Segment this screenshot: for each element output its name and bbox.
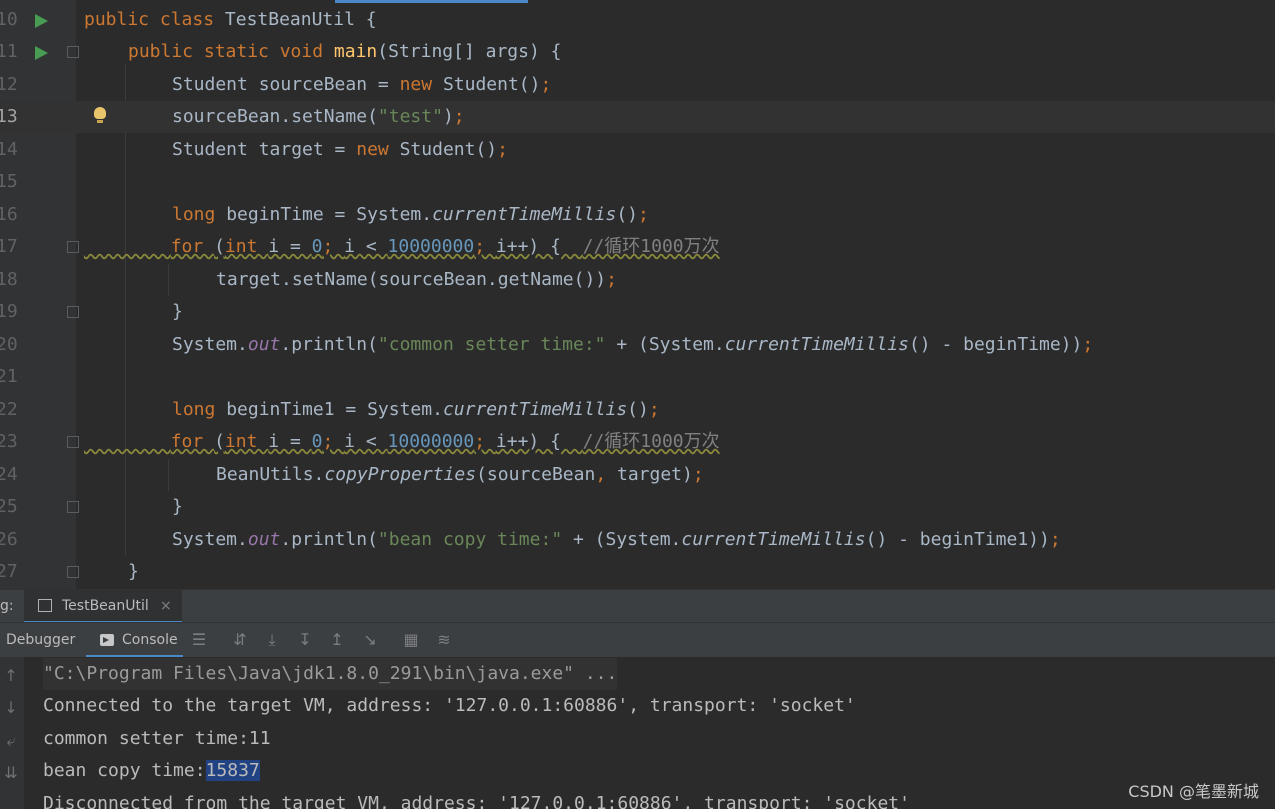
line-number: 15 — [0, 171, 18, 192]
code-line[interactable]: 11 public static void main(String[] args… — [0, 36, 1275, 68]
code-line[interactable]: 21 — [0, 361, 1275, 393]
code-text[interactable]: } — [128, 556, 139, 588]
console-line: common setter time:11 — [43, 723, 271, 755]
run-configuration-tab[interactable]: TestBeanUtil × — [24, 590, 182, 623]
code-line[interactable]: 17 for (int i = 0; i < 10000000; i++) { … — [0, 231, 1275, 263]
code-line[interactable]: 24 BeanUtils.copyProperties(sourceBean, … — [0, 459, 1275, 491]
fold-end-icon[interactable] — [67, 501, 79, 513]
console-line: bean copy time:15837 — [43, 755, 260, 787]
code-text[interactable]: Student target = new Student(); — [172, 134, 508, 166]
code-text[interactable]: System.out.println("common setter time:"… — [172, 329, 1093, 361]
code-line[interactable]: 14 Student target = new Student(); — [0, 134, 1275, 166]
console-text: bean copy time: — [43, 760, 206, 781]
code-line[interactable]: 15 — [0, 166, 1275, 198]
run-gutter-icon[interactable] — [35, 14, 48, 28]
line-number: 10 — [0, 9, 18, 30]
line-number: 16 — [0, 204, 18, 225]
code-text[interactable]: System.out.println("bean copy time:" + (… — [172, 524, 1061, 556]
line-number: 14 — [0, 139, 18, 160]
code-text[interactable]: long beginTime1 = System.currentTimeMill… — [172, 394, 660, 426]
code-text[interactable]: BeanUtils.copyProperties(sourceBean, tar… — [216, 459, 704, 491]
fold-icon[interactable] — [67, 436, 79, 448]
line-number: 11 — [0, 41, 18, 62]
code-line-current[interactable]: 13 sourceBean.setName("test"); — [0, 101, 1275, 133]
debug-toolbar: Debugger Console ☰ ⇵ ⤓ ↧ ↥ ↘ ▦ ≋ — [0, 622, 1275, 658]
console-value: 11 — [248, 728, 271, 749]
line-number: 18 — [0, 269, 18, 290]
line-number: 17 — [0, 236, 18, 257]
line-number: 24 — [0, 464, 18, 485]
step-over-icon[interactable]: ⤓ — [261, 629, 283, 651]
arrow-down-icon[interactable]: ↓ — [0, 697, 22, 719]
fold-end-icon[interactable] — [67, 566, 79, 578]
code-text[interactable]: for (int i = 0; i < 10000000; i++) { //循… — [84, 426, 720, 458]
code-text[interactable]: sourceBean.setName("test"); — [172, 101, 465, 133]
code-text[interactable]: for (int i = 0; i < 10000000; i++) { //循… — [84, 231, 720, 263]
code-line[interactable]: 22 long beginTime1 = System.currentTimeM… — [0, 394, 1275, 426]
code-line[interactable]: 25 } — [0, 491, 1275, 523]
window-icon — [38, 599, 52, 612]
tab-debugger[interactable]: Debugger — [6, 623, 75, 657]
console-line: Connected to the target VM, address: '12… — [43, 695, 856, 716]
code-text[interactable]: Student sourceBean = new Student(); — [172, 69, 551, 101]
code-text[interactable]: } — [172, 296, 183, 328]
line-number: 26 — [0, 529, 18, 550]
run-to-cursor-icon[interactable]: ↘ — [359, 629, 381, 651]
selected-value[interactable]: 15837 — [205, 760, 260, 781]
watermark: CSDN @笔墨新城 — [1128, 782, 1259, 801]
code-line[interactable]: 18 target.setName(sourceBean.getName()); — [0, 264, 1275, 296]
trace-icon[interactable]: ≋ — [433, 629, 455, 651]
scroll-to-end-icon[interactable]: ⇊ — [0, 762, 22, 784]
show-execution-point-icon[interactable]: ⇵ — [229, 629, 251, 651]
step-out-icon[interactable]: ↥ — [326, 629, 348, 651]
soft-wrap-icon[interactable]: ⤶ — [0, 730, 22, 752]
code-editor[interactable]: 10 public class TestBeanUtil { 11 public… — [0, 0, 1275, 589]
code-line[interactable]: 10 public class TestBeanUtil { — [0, 4, 1275, 36]
code-text[interactable]: } — [172, 491, 183, 523]
code-text[interactable]: public static void main(String[] args) { — [128, 36, 562, 68]
code-text[interactable]: long beginTime = System.currentTimeMilli… — [172, 199, 649, 231]
console-icon — [100, 634, 114, 646]
evaluate-expression-icon[interactable]: ▦ — [400, 629, 422, 651]
line-number: 25 — [0, 496, 18, 517]
tool-window-label: g: — [0, 598, 14, 614]
code-text[interactable]: public class TestBeanUtil { — [84, 4, 377, 36]
line-number: 21 — [0, 366, 18, 387]
close-icon[interactable]: × — [160, 590, 172, 623]
code-line[interactable]: 26 System.out.println("bean copy time:" … — [0, 524, 1275, 556]
console-gutter: ↑ ↓ ⤶ ⇊ — [0, 657, 24, 809]
run-gutter-icon[interactable] — [35, 46, 48, 60]
code-text[interactable]: target.setName(sourceBean.getName()); — [216, 264, 617, 296]
code-line[interactable]: 23 for (int i = 0; i < 10000000; i++) { … — [0, 426, 1275, 458]
lightbulb-icon[interactable] — [94, 107, 106, 123]
menu-icon[interactable]: ☰ — [188, 629, 210, 651]
fold-icon[interactable] — [67, 241, 79, 253]
fold-end-icon[interactable] — [67, 306, 79, 318]
console-text: common setter time: — [43, 728, 249, 749]
code-line[interactable]: 20 System.out.println("common setter tim… — [0, 329, 1275, 361]
fold-icon[interactable] — [67, 46, 79, 58]
arrow-up-icon[interactable]: ↑ — [0, 665, 22, 687]
line-number: 23 — [0, 431, 18, 452]
tab-console-label: Console — [122, 632, 178, 648]
line-number: 13 — [0, 106, 18, 127]
code-line[interactable]: 12 Student sourceBean = new Student(); — [0, 69, 1275, 101]
step-into-icon[interactable]: ↧ — [294, 629, 316, 651]
debug-tool-window-header: g: TestBeanUtil × — [0, 589, 1275, 623]
line-number: 22 — [0, 399, 18, 420]
code-line[interactable]: 16 long beginTime = System.currentTimeMi… — [0, 199, 1275, 231]
console-line: Disconnected from the target VM, address… — [43, 793, 910, 809]
console-command-line: "C:\Program Files\Java\jdk1.8.0_291\bin\… — [43, 658, 618, 690]
code-line[interactable]: 19 } — [0, 296, 1275, 328]
active-editor-tab-indicator — [335, 0, 528, 3]
tab-console[interactable]: Console — [86, 623, 183, 657]
tab-title: TestBeanUtil — [62, 598, 149, 614]
line-number: 12 — [0, 74, 18, 95]
console-output[interactable]: ↑ ↓ ⤶ ⇊ "C:\Program Files\Java\jdk1.8.0_… — [0, 657, 1275, 809]
line-number: 20 — [0, 334, 18, 355]
line-number: 27 — [0, 561, 18, 582]
code-line[interactable]: 27 } — [0, 556, 1275, 588]
line-number: 19 — [0, 301, 18, 322]
